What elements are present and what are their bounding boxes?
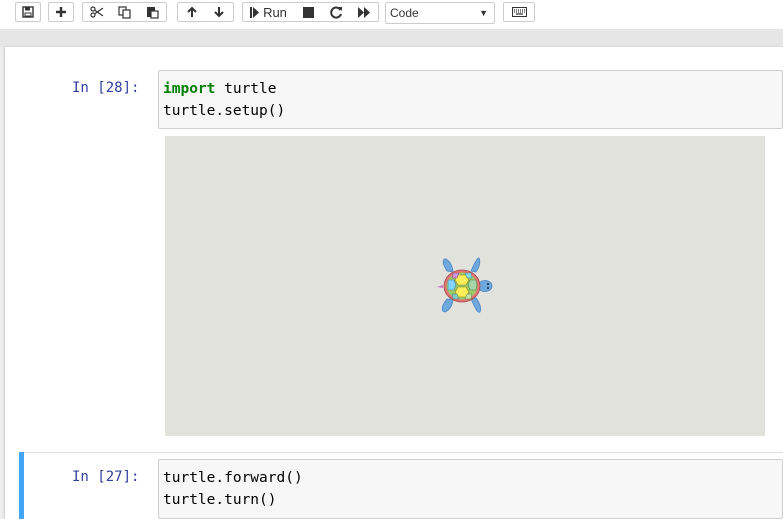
copy-button[interactable]	[110, 2, 139, 22]
turtle-canvas	[165, 136, 765, 436]
copy-icon	[117, 5, 131, 19]
floppy-disk-icon	[22, 6, 34, 18]
cell-type-value: Code	[390, 6, 419, 20]
run-button[interactable]: Run	[242, 2, 295, 22]
caret-down-icon: ▼	[479, 8, 488, 18]
code-line: turtle.setup()	[163, 100, 778, 122]
cell-prompt: In [27]:	[72, 469, 140, 485]
fast-forward-icon	[357, 6, 370, 18]
stop-icon	[302, 6, 314, 18]
save-button[interactable]	[15, 2, 41, 22]
keyboard-icon	[511, 7, 527, 17]
code-text: turtle	[215, 81, 277, 97]
run-label: Run	[263, 4, 287, 20]
move-down-button[interactable]	[205, 2, 234, 22]
refresh-icon	[329, 6, 342, 18]
cut-button[interactable]	[82, 2, 111, 22]
code-keyword: import	[163, 81, 216, 97]
arrow-up-icon	[186, 6, 197, 17]
cell-prompt: In [28]:	[72, 80, 140, 96]
code-editor[interactable]: import turtle turtle.setup()	[158, 70, 783, 129]
code-line: import turtle	[163, 78, 778, 100]
turtle-icon	[437, 257, 493, 313]
arrow-down-icon	[214, 7, 224, 18]
code-line: turtle.forward()	[163, 467, 778, 489]
code-editor[interactable]: turtle.forward() turtle.turn()	[158, 459, 783, 519]
step-forward-icon	[250, 6, 260, 18]
code-line: turtle.turn()	[163, 489, 778, 511]
scissors-icon	[89, 6, 103, 18]
code-text: turtle.turn()	[163, 492, 277, 508]
move-up-button[interactable]	[177, 2, 206, 22]
notebook-toolbar: Run Code ▼	[0, 0, 783, 29]
code-text: turtle.setup()	[163, 103, 286, 119]
toolbar-separator	[0, 29, 783, 47]
command-palette-button[interactable]	[503, 2, 535, 22]
restart-button[interactable]	[322, 2, 351, 22]
paste-icon	[146, 6, 159, 19]
insert-cell-button[interactable]	[48, 2, 74, 22]
plus-icon	[56, 7, 66, 17]
notebook-container: In [28]: import turtle turtle.setup() In…	[5, 47, 783, 519]
selection-indicator	[19, 452, 24, 519]
cell-type-select[interactable]: Code ▼	[385, 2, 495, 24]
code-text: turtle.forward()	[163, 470, 303, 486]
paste-button[interactable]	[138, 2, 167, 22]
restart-run-all-button[interactable]	[350, 2, 379, 22]
interrupt-button[interactable]	[294, 2, 323, 22]
